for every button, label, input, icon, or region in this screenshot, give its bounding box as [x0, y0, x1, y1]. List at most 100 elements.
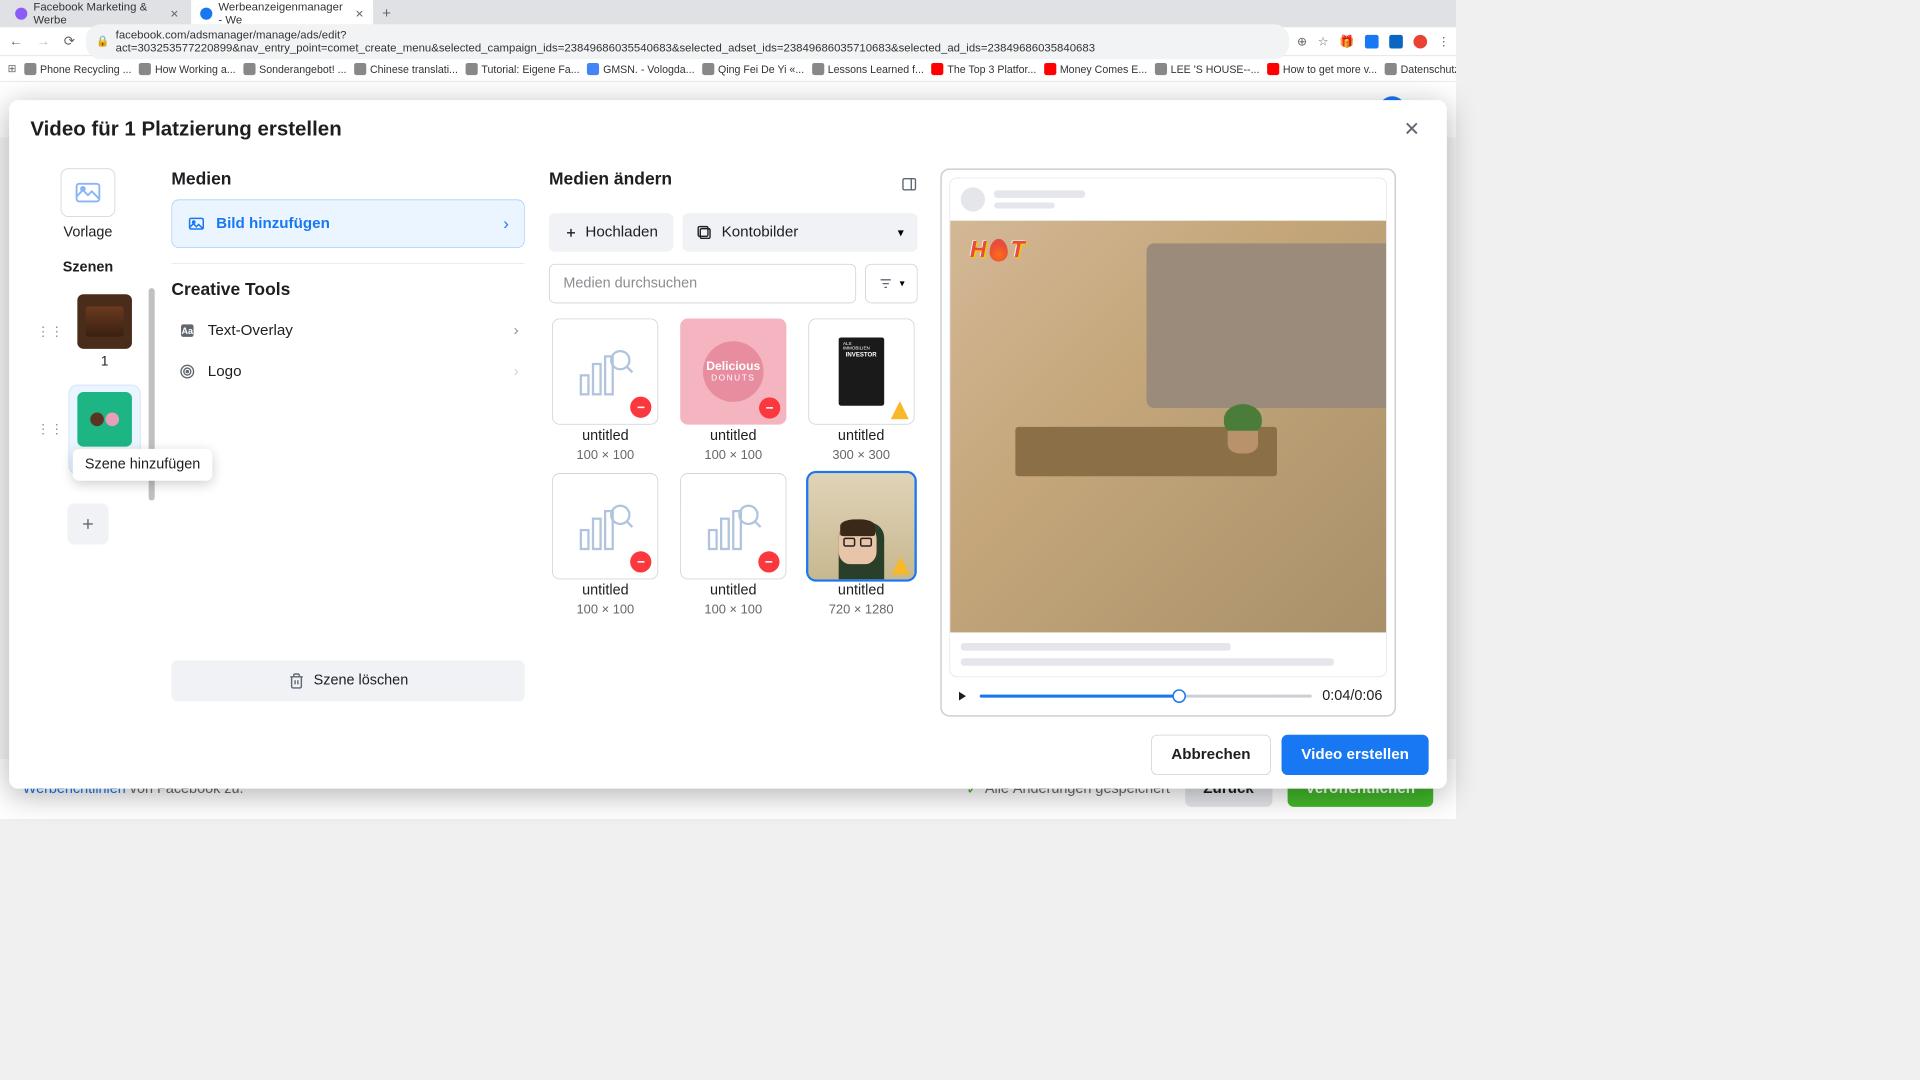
plus-icon — [564, 226, 578, 240]
filter-button[interactable]: ▾ — [865, 264, 917, 303]
tab-favicon-icon — [15, 8, 27, 20]
tab-bar: Facebook Marketing & Werbe ✕ Werbeanzeig… — [0, 0, 1456, 27]
account-images-dropdown[interactable]: Kontobilder ▾ — [682, 213, 917, 252]
bookmark-item[interactable]: Tutorial: Eigene Fa... — [465, 63, 579, 75]
chevron-right-icon: › — [503, 214, 509, 234]
scenes-heading: Szenen — [63, 259, 113, 276]
collapse-panel-button[interactable] — [901, 176, 918, 193]
cancel-button[interactable]: Abbrechen — [1151, 735, 1271, 775]
play-button[interactable] — [954, 689, 969, 704]
media-dimensions: 300 × 300 — [832, 447, 890, 462]
divider — [171, 263, 524, 264]
image-icon — [187, 215, 205, 233]
chart-placeholder-icon — [575, 500, 636, 553]
bookmark-item[interactable]: Sonderangebot! ... — [243, 63, 346, 75]
chart-placeholder-icon — [703, 500, 764, 553]
bookmark-item[interactable]: Qing Fei De Yi «... — [702, 63, 804, 75]
bookmarks-bar: ⊞ Phone Recycling ... How Working a... S… — [0, 56, 1456, 82]
creative-tools-heading: Creative Tools — [171, 279, 524, 299]
add-scene-button[interactable] — [67, 504, 108, 545]
scene-item[interactable]: ⋮⋮ 1 — [36, 288, 139, 375]
scene-thumbnail[interactable] — [77, 294, 132, 349]
star-icon[interactable]: ☆ — [1318, 34, 1329, 49]
media-item[interactable]: DeliciousDONUTS − untitled 100 × 100 — [677, 318, 790, 462]
back-icon[interactable]: ← — [6, 33, 26, 49]
forward-icon[interactable]: → — [33, 33, 53, 49]
close-icon[interactable]: ✕ — [170, 7, 179, 20]
media-item[interactable]: − untitled 100 × 100 — [549, 318, 662, 462]
add-image-button[interactable]: Bild hinzufügen › — [171, 199, 524, 248]
tab-title: Facebook Marketing & Werbe — [33, 1, 164, 27]
media-search-input[interactable]: Medien durchsuchen — [549, 264, 856, 303]
flame-icon — [989, 239, 1007, 262]
bookmark-item[interactable]: How Working a... — [139, 63, 236, 75]
avatar-placeholder — [961, 187, 985, 211]
text-placeholder — [961, 658, 1334, 666]
template-button[interactable] — [61, 168, 116, 217]
media-name: untitled — [582, 428, 628, 445]
media-name: untitled — [838, 582, 884, 599]
account-images-label: Kontobilder — [722, 224, 799, 241]
chevron-down-icon: ▾ — [900, 278, 905, 290]
close-icon[interactable]: ✕ — [355, 7, 364, 20]
zoom-icon[interactable]: ⊕ — [1297, 34, 1307, 49]
bookmark-item[interactable]: Lessons Learned f... — [812, 63, 924, 75]
progress-handle[interactable] — [1172, 689, 1186, 703]
media-item[interactable]: − untitled 100 × 100 — [549, 473, 662, 617]
apps-icon[interactable]: ⊞ — [8, 62, 17, 75]
menu-icon[interactable]: ⋮ — [1438, 34, 1450, 49]
create-video-button[interactable]: Video erstellen — [1282, 735, 1429, 775]
text-icon: Aa — [177, 321, 197, 341]
reload-icon[interactable]: ⟳ — [61, 33, 79, 49]
upload-label: Hochladen — [585, 224, 658, 241]
media-item[interactable]: − untitled 100 × 100 — [677, 473, 790, 617]
bookmark-item[interactable]: LEE 'S HOUSE--... — [1155, 63, 1260, 75]
hot-sticker: HT — [962, 233, 1032, 268]
ext-icon[interactable] — [1413, 35, 1427, 49]
new-tab-button[interactable]: + — [376, 5, 397, 22]
bookmark-item[interactable]: GMSN. - Vologda... — [587, 63, 694, 75]
media-dimensions: 100 × 100 — [704, 602, 762, 617]
chevron-right-icon: › — [514, 363, 519, 380]
svg-text:Aa: Aa — [182, 326, 195, 336]
ad-preview-card: HT — [949, 177, 1387, 677]
media-item[interactable]: ALS IMMOBILIENINVESTOR untitled 300 × 30… — [805, 318, 918, 462]
drag-handle-icon[interactable]: ⋮⋮ — [36, 324, 63, 340]
scene-list: ⋮⋮ 1 ⋮⋮ 2 — [24, 288, 151, 473]
media-dimensions: 100 × 100 — [577, 602, 635, 617]
delete-scene-button[interactable]: Szene löschen — [171, 660, 524, 701]
chart-placeholder-icon — [575, 345, 636, 398]
add-scene-tooltip: Szene hinzufügen — [73, 449, 213, 481]
ext-icon[interactable] — [1389, 35, 1403, 49]
fb-ext-icon[interactable] — [1365, 35, 1379, 49]
donut-text: Delicious — [706, 360, 760, 374]
minus-badge-icon: − — [758, 551, 779, 572]
bookmark-item[interactable]: Phone Recycling ... — [24, 63, 131, 75]
bookmark-item[interactable]: Chinese translati... — [354, 63, 458, 75]
gift-icon[interactable]: 🎁 — [1339, 34, 1354, 49]
tool-label: Text-Overlay — [208, 322, 293, 339]
bookmark-item[interactable]: Money Comes E... — [1044, 63, 1147, 75]
target-icon — [177, 362, 197, 382]
drag-handle-icon[interactable]: ⋮⋮ — [36, 422, 63, 438]
scene-thumbnail[interactable] — [77, 392, 132, 447]
text-placeholder — [961, 643, 1231, 651]
lock-icon: 🔒 — [96, 35, 109, 48]
bookmark-item[interactable]: Datenschutz – Re... — [1385, 63, 1456, 75]
progress-bar[interactable] — [980, 695, 1312, 698]
book-thumbnail: ALS IMMOBILIENINVESTOR — [838, 337, 883, 405]
trash-icon — [288, 673, 305, 690]
upload-button[interactable]: Hochladen — [549, 213, 673, 252]
url-input[interactable]: 🔒 facebook.com/adsmanager/manage/ads/edi… — [86, 24, 1290, 59]
bookmark-item[interactable]: How to get more v... — [1267, 63, 1377, 75]
media-item[interactable]: untitled 720 × 1280 — [805, 473, 918, 617]
template-icon — [73, 177, 103, 207]
bookmark-item[interactable]: The Top 3 Platfor... — [931, 63, 1036, 75]
tool-logo[interactable]: Logo › — [171, 351, 524, 392]
tool-text-overlay[interactable]: Aa Text-Overlay › — [171, 310, 524, 351]
preview-frame: HT 0:04/0:06 — [940, 168, 1396, 716]
tab-title: Werbeanzeigenmanager - We — [218, 1, 349, 27]
filter-icon — [878, 276, 893, 291]
scene-number: 1 — [101, 353, 109, 369]
close-button[interactable]: ✕ — [1398, 115, 1425, 142]
